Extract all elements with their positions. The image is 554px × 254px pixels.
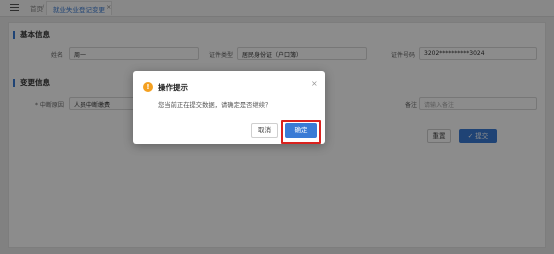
close-icon[interactable]: × bbox=[311, 79, 318, 88]
warning-icon: ! bbox=[143, 82, 153, 92]
dialog-title: 操作提示 bbox=[158, 83, 188, 92]
confirm-highlight-box bbox=[281, 120, 321, 144]
dialog-message: 您当前正在提交数据，请确定是否继续？ bbox=[158, 102, 272, 109]
cancel-button[interactable]: 取消 bbox=[251, 123, 278, 138]
